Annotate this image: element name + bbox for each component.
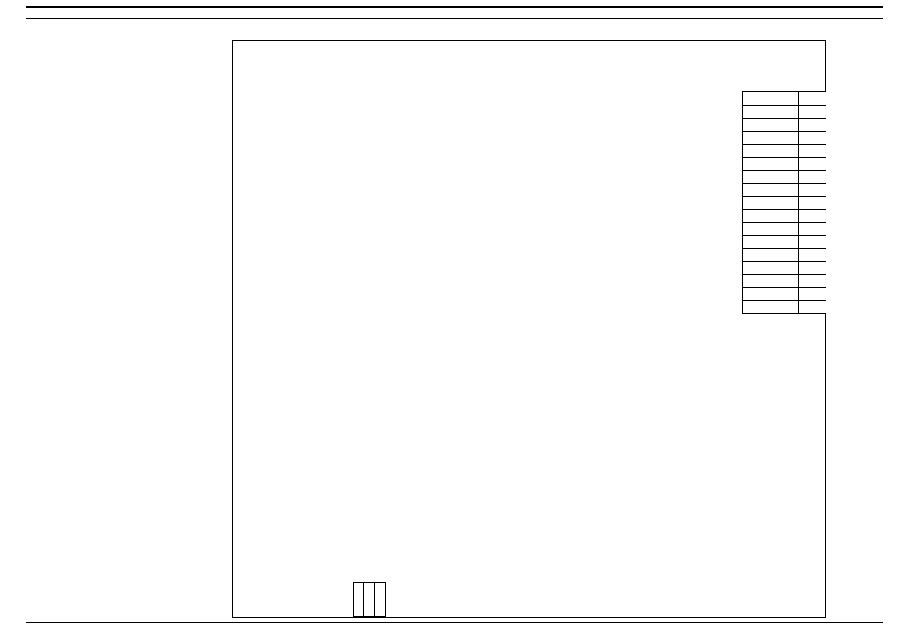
legend-label (798, 145, 826, 157)
legend-label (798, 223, 826, 235)
bottom-rule (26, 622, 883, 623)
top-rule-light (26, 18, 883, 19)
legend-row (743, 170, 826, 183)
legend-label (798, 262, 826, 274)
legend-label (798, 236, 826, 248)
legend-row (743, 131, 826, 144)
bar-group (353, 582, 386, 617)
legend-label (798, 301, 826, 313)
legend (742, 91, 826, 314)
legend-row (743, 300, 826, 313)
legend-swatch (743, 119, 798, 131)
legend-row (743, 196, 826, 209)
legend-row (743, 287, 826, 300)
legend-label (798, 197, 826, 209)
legend-row (743, 183, 826, 196)
legend-row (743, 222, 826, 235)
legend-swatch (743, 158, 798, 170)
bar (364, 582, 375, 617)
legend-row (743, 235, 826, 248)
legend-swatch (743, 132, 798, 144)
legend-row (743, 274, 826, 287)
legend-row (743, 209, 826, 222)
legend-swatch (743, 223, 798, 235)
legend-label (798, 210, 826, 222)
chart-area (232, 40, 826, 618)
legend-swatch (743, 92, 798, 105)
legend-label (798, 106, 826, 118)
legend-swatch (743, 145, 798, 157)
legend-label (798, 92, 826, 105)
legend-row (743, 144, 826, 157)
legend-row (743, 157, 826, 170)
legend-label (798, 184, 826, 196)
legend-swatch (743, 275, 798, 287)
legend-row (743, 105, 826, 118)
page (0, 0, 909, 632)
legend-swatch (743, 262, 798, 274)
legend-row (743, 118, 826, 131)
legend-label (798, 275, 826, 287)
legend-label (798, 119, 826, 131)
top-rule-heavy (26, 6, 883, 8)
legend-row (743, 92, 826, 105)
legend-swatch (743, 171, 798, 183)
bar (375, 582, 386, 617)
legend-swatch (743, 106, 798, 118)
legend-row (743, 248, 826, 261)
legend-swatch (743, 301, 798, 313)
legend-label (798, 249, 826, 261)
legend-swatch (743, 210, 798, 222)
legend-label (798, 288, 826, 300)
legend-label (798, 158, 826, 170)
bar (353, 582, 364, 617)
legend-swatch (743, 236, 798, 248)
legend-swatch (743, 197, 798, 209)
legend-row (743, 261, 826, 274)
legend-label (798, 132, 826, 144)
legend-swatch (743, 184, 798, 196)
legend-swatch (743, 249, 798, 261)
legend-swatch (743, 288, 798, 300)
legend-label (798, 171, 826, 183)
